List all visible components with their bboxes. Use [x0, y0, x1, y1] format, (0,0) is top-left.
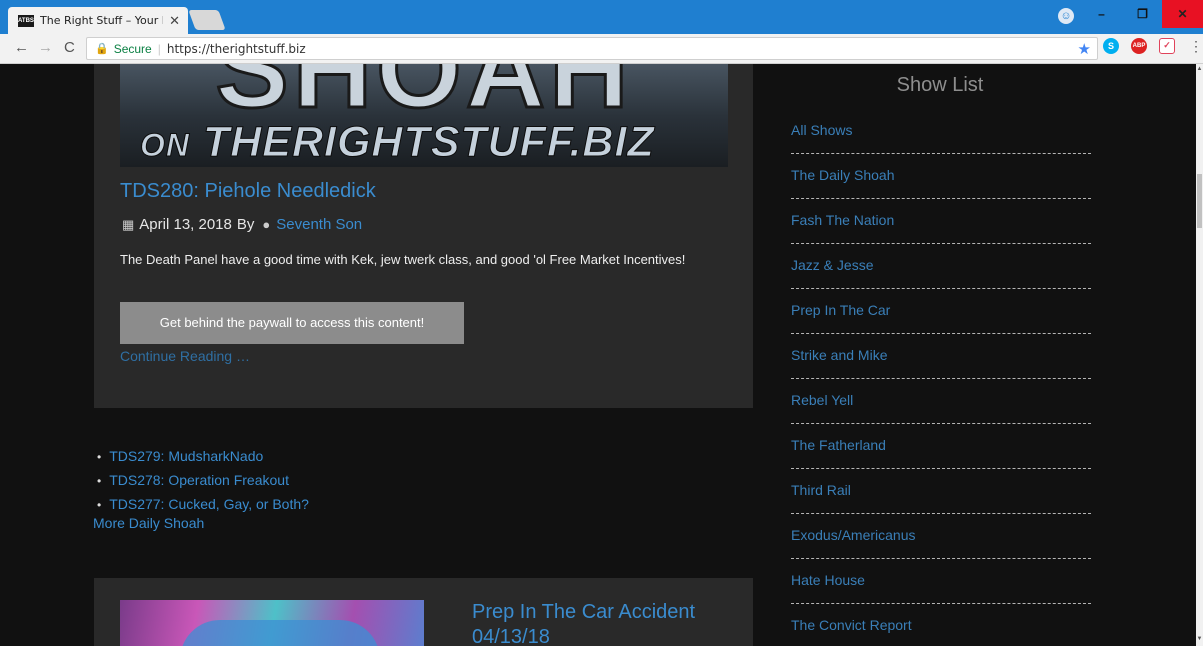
sidebar: Show List All Shows The Daily Shoah Fash…	[775, 64, 1105, 646]
address-bar[interactable]: 🔒 Secure | https://therightstuff.biz ★	[86, 37, 1098, 60]
show-link-jazz-jesse[interactable]: Jazz & Jesse	[791, 244, 1091, 289]
secure-label: Secure	[113, 41, 152, 56]
scrollbar-thumb[interactable]	[1197, 174, 1202, 228]
page-content: SHOAH ON THERIGHTSTUFF.BIZ TDS280: Pieho…	[0, 64, 1196, 646]
banner-on-text: ON	[140, 127, 190, 164]
show-link-prep-in-the-car[interactable]: Prep In The Car	[791, 289, 1091, 334]
paywall-button[interactable]: Get behind the paywall to access this co…	[120, 302, 464, 344]
show-list-heading: Show List	[896, 74, 984, 96]
restore-button[interactable]: ❐	[1122, 0, 1163, 28]
post-card: SHOAH ON THERIGHTSTUFF.BIZ TDS280: Pieho…	[94, 64, 753, 408]
related-posts-list: TDS279: MudsharkNado TDS278: Operation F…	[93, 445, 309, 517]
by-label: By	[236, 216, 255, 233]
url-text[interactable]: https://therightstuff.biz	[167, 42, 306, 56]
browser-menu-icon[interactable]: ⋮	[1189, 38, 1203, 55]
page-scrollbar[interactable]: ▲ ▼	[1196, 64, 1203, 646]
browser-toolbar: ← → C 🔒 Secure | https://therightstuff.b…	[0, 34, 1203, 64]
show-link-convict-report[interactable]: The Convict Report	[791, 604, 1091, 646]
browser-tab[interactable]: ATBS The Right Stuff – Your Ra ✕	[8, 7, 188, 34]
user-icon: ●	[262, 217, 271, 232]
post-meta: ▦ April 13, 2018 By ● Seventh Son	[122, 216, 362, 233]
show-link-third-rail[interactable]: Third Rail	[791, 469, 1091, 514]
profile-icon[interactable]: ☺	[1058, 8, 1074, 24]
calendar-icon: ▦	[122, 216, 135, 232]
tab-title: The Right Stuff – Your Ra	[40, 14, 164, 27]
show-link-exodus-americanus[interactable]: Exodus/Americanus	[791, 514, 1091, 559]
site-favicon-icon: ATBS	[18, 14, 34, 27]
scroll-down-arrow-icon[interactable]: ▼	[1196, 636, 1203, 642]
author-link[interactable]: Seventh Son	[276, 216, 362, 233]
new-tab-button[interactable]	[188, 10, 226, 30]
adblock-extension-icon[interactable]: ABP	[1131, 38, 1147, 54]
show-link-fash-the-nation[interactable]: Fash The Nation	[791, 199, 1091, 244]
minimize-button[interactable]: –	[1081, 0, 1122, 28]
skype-extension-icon[interactable]: S	[1103, 38, 1119, 54]
post-banner-image[interactable]: SHOAH ON THERIGHTSTUFF.BIZ	[120, 64, 728, 167]
bookmark-star-icon[interactable]: ★	[1078, 40, 1091, 58]
reload-icon[interactable]: C	[64, 39, 75, 56]
show-link-daily-shoah[interactable]: The Daily Shoah	[791, 154, 1091, 199]
show-link-all-shows[interactable]: All Shows	[791, 109, 1091, 154]
related-post-link[interactable]: TDS279: MudsharkNado	[93, 445, 309, 469]
pocket-extension-icon[interactable]: ✓	[1159, 38, 1175, 54]
banner-site-text: ON THERIGHTSTUFF.BIZ	[140, 118, 728, 167]
show-link-the-fatherland[interactable]: The Fatherland	[791, 424, 1091, 469]
car-graphic	[180, 620, 380, 646]
lock-icon: 🔒	[95, 43, 109, 55]
show-link-rebel-yell[interactable]: Rebel Yell	[791, 379, 1091, 424]
forward-arrow-icon[interactable]: →	[38, 39, 53, 56]
back-arrow-icon[interactable]: ←	[14, 39, 29, 56]
banner-site-name: THERIGHTSTUFF.BIZ	[202, 118, 655, 167]
close-window-button[interactable]: ✕	[1162, 0, 1203, 28]
post-card: Prep In The Car Accident 04/13/18	[94, 578, 753, 646]
post-title-link[interactable]: Prep In The Car Accident 04/13/18	[472, 600, 732, 646]
browser-title-bar: ATBS The Right Stuff – Your Ra ✕ ☺ – ❐ ✕	[0, 0, 1203, 34]
show-link-hate-house[interactable]: Hate House	[791, 559, 1091, 604]
continue-reading-link[interactable]: Continue Reading …	[120, 348, 250, 364]
address-separator: |	[157, 41, 161, 56]
post-excerpt: The Death Panel have a good time with Ke…	[120, 252, 686, 267]
post-date: April 13, 2018	[139, 216, 232, 233]
show-list: All Shows The Daily Shoah Fash The Natio…	[791, 109, 1091, 646]
post-thumbnail-image[interactable]	[120, 600, 424, 646]
more-daily-shoah-link[interactable]: More Daily Shoah	[93, 515, 204, 531]
related-post-link[interactable]: TDS277: Cucked, Gay, or Both?	[93, 493, 309, 517]
show-link-strike-and-mike[interactable]: Strike and Mike	[791, 334, 1091, 379]
tab-close-icon[interactable]: ✕	[169, 13, 180, 29]
related-post-link[interactable]: TDS278: Operation Freakout	[93, 469, 309, 493]
post-title-link[interactable]: TDS280: Piehole Needledick	[120, 180, 376, 203]
scroll-up-arrow-icon[interactable]: ▲	[1196, 66, 1203, 72]
